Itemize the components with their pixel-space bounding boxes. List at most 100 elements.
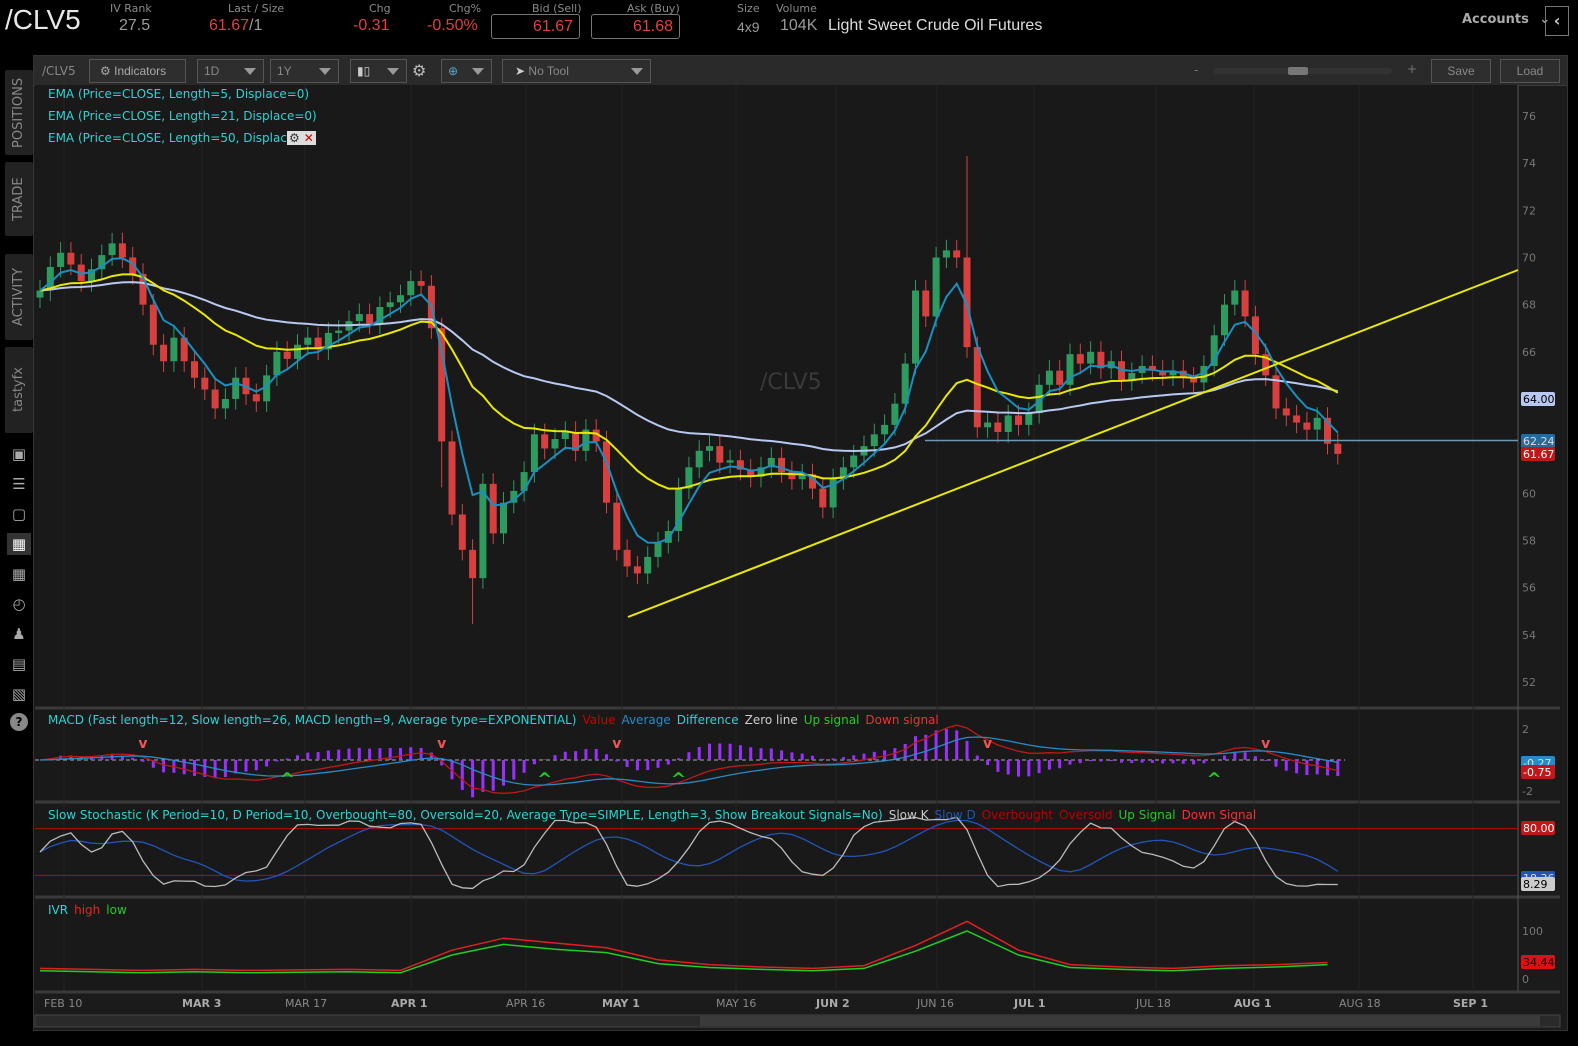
candle-body	[1334, 443, 1342, 454]
price-tick-label: 52	[1522, 676, 1536, 689]
legend-ema50[interactable]: EMA (Price=CLOSE, Length=50, Displac ⚙ ✕	[48, 131, 316, 145]
candle-body	[963, 257, 971, 348]
candle-body	[438, 328, 446, 442]
candle-body	[1293, 415, 1301, 423]
date-tick-label: MAR 3	[182, 997, 221, 1010]
candle-body	[57, 252, 65, 267]
last-price-label: 61.67	[1523, 448, 1555, 461]
close-icon[interactable]: ✕	[301, 131, 316, 145]
candle-body	[479, 483, 487, 579]
legend-macd: MACD (Fast length=12, Slow length=26, MA…	[48, 713, 939, 727]
date-tick-label: FEB 10	[44, 997, 82, 1010]
legend-ema5[interactable]: EMA (Price=CLOSE, Length=5, Displace=0)	[48, 87, 309, 101]
hline-price-label: 62.24	[1523, 435, 1555, 448]
candle-body	[551, 439, 559, 449]
candle-body	[881, 424, 889, 435]
macd-down-signal: v	[437, 736, 446, 752]
macd-down-signal: v	[983, 736, 992, 752]
candle-body	[191, 361, 198, 378]
macd-up-signal: ^	[671, 769, 686, 790]
candle-body	[500, 502, 507, 534]
macd-down-signal: v	[138, 736, 147, 752]
date-tick-label: MAY 1	[602, 997, 640, 1010]
stoch-ob-label: Overbought	[981, 808, 1054, 822]
candle-body	[36, 290, 44, 298]
price-tick-label: 66	[1522, 346, 1536, 359]
macd-up-signal: ^	[537, 769, 552, 790]
macd-up-signal: ^	[280, 769, 295, 790]
candle-body	[932, 257, 940, 317]
date-tick-label: MAY 16	[716, 997, 756, 1010]
ivr-title: IVR	[48, 903, 69, 917]
legend-stoch: Slow Stochastic (K Period=10, D Period=1…	[48, 808, 1256, 822]
price-tick-label: 72	[1522, 204, 1536, 217]
macd-tick-label: 2	[1522, 723, 1529, 736]
ivr-high-label: high	[74, 903, 101, 917]
candle-body	[1282, 408, 1290, 416]
gear-icon[interactable]: ⚙	[286, 131, 302, 145]
candle-body	[819, 488, 827, 508]
candle-body	[67, 252, 75, 265]
macd-up-signal: ^	[1207, 769, 1222, 790]
pane-bg	[35, 900, 1518, 991]
ivr-tick-label: 100	[1522, 925, 1543, 938]
candle-body	[294, 344, 301, 359]
candle-body	[304, 337, 312, 345]
candle-body	[654, 542, 662, 557]
candle-body	[1231, 290, 1239, 305]
candle-body	[942, 250, 950, 258]
macd-diff-label: Difference	[676, 713, 739, 727]
candle-body	[335, 330, 343, 333]
candle-body	[1076, 354, 1084, 364]
candle-body	[716, 446, 724, 463]
candle-body	[469, 549, 477, 579]
candle-body	[953, 250, 961, 258]
candle-body	[108, 243, 116, 256]
legend-ema21[interactable]: EMA (Price=CLOSE, Length=21, Displace=0)	[48, 109, 317, 123]
macd-average-label: Average	[621, 713, 671, 727]
candle-body	[1087, 351, 1095, 364]
date-tick-label: APR 16	[506, 997, 545, 1010]
date-tick-label: MAR 17	[285, 997, 327, 1010]
macd-down-signal: v	[1261, 736, 1270, 752]
scrollbar-thumb[interactable]	[700, 1016, 1540, 1026]
stoch-k-value: 8.29	[1523, 878, 1548, 891]
candle-body	[561, 431, 569, 440]
candle-body	[366, 314, 374, 324]
candle-body	[1015, 415, 1022, 425]
date-tick-label: JUN 2	[815, 997, 850, 1010]
price-tick-label: 76	[1522, 110, 1536, 123]
ivr-low-label: low	[106, 903, 127, 917]
candle-body	[623, 549, 631, 567]
date-tick-label: AUG 18	[1339, 997, 1381, 1010]
candle-body	[1004, 415, 1012, 432]
price-tick-label: 60	[1522, 487, 1536, 500]
date-tick-label: APR 1	[391, 997, 428, 1010]
stoch-os-label: Oversold	[1059, 808, 1113, 822]
candle-body	[541, 434, 549, 449]
macd-value-label: Value	[582, 713, 616, 727]
candle-body	[1241, 290, 1249, 317]
candle-body	[850, 455, 858, 468]
candle-body	[1303, 422, 1311, 430]
candle-body	[232, 377, 240, 399]
macd-zero-label: Zero line	[744, 713, 798, 727]
ivr-tick-label: 0	[1522, 973, 1529, 986]
candle-body	[1313, 417, 1321, 430]
candle-body	[644, 556, 652, 574]
candle-body	[922, 290, 930, 317]
candle-body	[170, 337, 178, 362]
candle-body	[397, 295, 404, 303]
price-tick-label: 74	[1522, 157, 1536, 170]
legend-ivr: IVR high low	[48, 903, 127, 917]
candle-body	[201, 377, 209, 390]
macd-down-signal: v	[612, 736, 621, 752]
date-tick-label: AUG 1	[1234, 997, 1272, 1010]
candle-body	[1045, 370, 1053, 385]
candle-body	[1056, 370, 1064, 385]
price-tick-label: 58	[1522, 534, 1536, 547]
candle-body	[489, 483, 497, 534]
candle-body	[448, 441, 456, 515]
price-chart[interactable]: 76747270686664626058565452FEB 10MAR 3MAR…	[0, 0, 1578, 1046]
macd-down-label: Down signal	[865, 713, 939, 727]
